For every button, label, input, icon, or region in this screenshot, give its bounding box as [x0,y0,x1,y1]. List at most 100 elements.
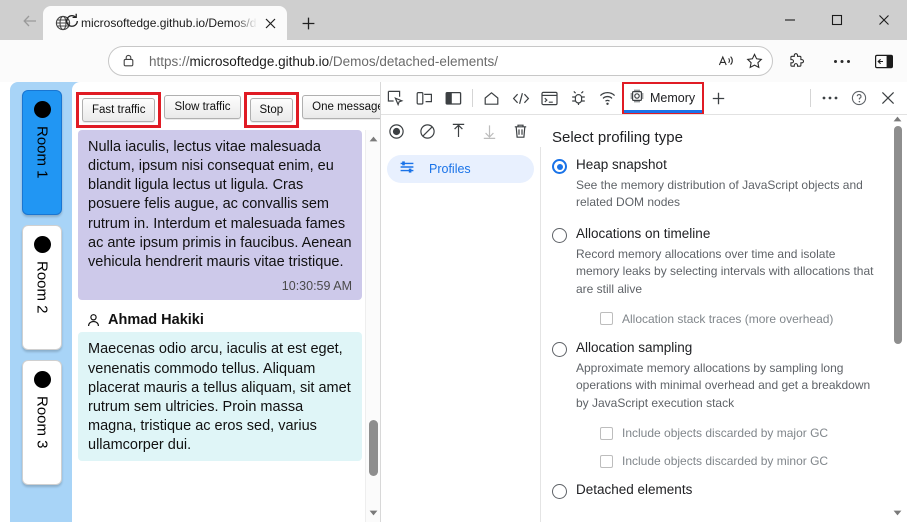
one-message-wrap: One message [299,92,380,128]
stop-highlight: Stop [243,92,300,128]
save-profile-icon[interactable] [474,116,505,146]
sidebar-item-profiles[interactable]: Profiles [387,155,534,183]
scroll-up-arrow-icon[interactable] [366,132,380,146]
radio-allocation-sampling[interactable] [552,341,567,357]
radio-detached-elements[interactable] [552,484,567,500]
memory-toolbar [381,115,541,147]
radio-heap-snapshot[interactable] [552,159,567,174]
address-bar[interactable]: https://microsoftedge.github.io/Demos/de… [108,46,773,76]
checkbox-allocation-stack-traces[interactable] [600,312,613,326]
option-description: Approximate memory allocations by sampli… [576,360,871,410]
checkbox-minor-gc[interactable] [600,454,613,468]
room-tab-label: Room 1 [33,126,51,179]
room-status-dot-icon [33,371,51,388]
message-text: Nulla iaculis, lectus vitae malesuada di… [88,139,352,270]
reload-icon[interactable] [58,7,86,35]
memory-tab-highlight: Memory [622,82,705,114]
welcome-home-icon[interactable] [477,84,506,112]
option-allocations-timeline[interactable]: Allocations on timeline [552,226,881,243]
toolbar-divider [472,89,473,107]
room-tab-3[interactable]: Room 3 [22,360,62,485]
read-aloud-icon[interactable] [712,47,740,75]
stop-button[interactable]: Stop [249,98,294,122]
sidebar-panel-icon[interactable] [870,47,898,75]
chat-scrollbar-thumb[interactable] [369,420,378,476]
sources-debugger-icon[interactable] [564,84,593,112]
clear-icon[interactable] [412,116,443,146]
fast-traffic-highlight: Fast traffic [76,92,162,128]
memory-sidebar: Profiles [381,147,541,522]
puzzle-piece-icon[interactable] [782,47,810,75]
room-tab-2[interactable]: Room 2 [22,225,62,350]
devtools-scrollbar-thumb[interactable] [894,126,902,344]
room-tab-1[interactable]: Room 1 [22,90,62,215]
checkbox-row-major-gc[interactable]: Include objects discarded by major GC [600,426,881,440]
scroll-down-arrow-icon[interactable] [890,506,905,520]
console-icon[interactable] [535,84,564,112]
slow-traffic-button[interactable]: Slow traffic [164,95,241,119]
option-detached-elements[interactable]: Detached elements [552,482,881,500]
inspect-element-icon[interactable] [381,84,410,112]
maximize-button[interactable] [813,0,860,40]
radio-allocations-timeline[interactable] [552,227,567,243]
sidebar-item-label: Profiles [429,162,471,176]
title-bar: microsoftedge.github.io/Demos/d [0,0,907,40]
room-tab-label: Room 3 [33,396,51,449]
new-tab-button[interactable] [293,10,323,36]
tab-title: microsoftedge.github.io/Demos/d [81,16,257,30]
option-label: Allocations on timeline [576,225,711,241]
ellipsis-icon[interactable] [815,84,844,112]
load-profile-icon[interactable] [443,116,474,146]
network-icon[interactable] [593,84,622,112]
devtools-panel: Memory Profiles Select profiling type He… [380,82,907,522]
toolbar-divider [810,89,811,107]
scroll-up-arrow-icon[interactable] [890,112,905,126]
option-heap-snapshot[interactable]: Heap snapshot [552,157,881,174]
checkbox-label: Include objects discarded by minor GC [622,454,829,469]
devtools-scrollbar[interactable] [890,116,905,520]
fast-traffic-button[interactable]: Fast traffic [82,98,156,122]
message-author-name: Ahmad Hakiki [108,312,204,329]
close-window-button[interactable] [860,0,907,40]
message-author: Ahmad Hakiki [86,312,362,328]
delete-profile-icon[interactable] [505,116,536,146]
help-circle-icon[interactable] [844,84,873,112]
room-status-dot-icon [33,236,51,253]
option-description: Record memory allocations over time and … [576,246,874,296]
back-arrow-icon[interactable] [16,7,44,35]
close-devtools-icon[interactable] [873,84,902,112]
star-icon[interactable] [740,47,768,75]
memory-tab-label[interactable]: Memory [650,91,695,105]
record-icon[interactable] [381,116,412,146]
dock-panel-icon[interactable] [439,84,468,112]
chat-scrollbar[interactable] [365,130,380,522]
message-timestamp: 10:30:59 AM [281,278,352,293]
web-page-viewport: Room 1 Room 2 Room 3 Fast traffic Slow t… [0,82,380,522]
detached-elements-demo: Room 1 Room 2 Room 3 Fast traffic Slow t… [10,82,380,522]
lock-icon [121,53,137,69]
slow-traffic-wrap: Slow traffic [161,92,243,128]
device-toolbar-icon[interactable] [410,84,439,112]
one-message-button[interactable]: One message [302,95,380,119]
room-status-dot-icon [33,101,51,118]
option-label: Detached elements [576,482,693,498]
close-icon[interactable] [259,12,281,34]
devtools-right-actions [806,84,907,112]
browser-window: microsoftedge.github.io/Demos/d https://… [0,0,907,522]
window-controls [766,0,907,40]
address-bar-actions [712,47,768,75]
add-tab-icon[interactable] [704,84,733,112]
memory-chip-icon [629,88,645,109]
message-list: Ahmad Hakiki Nulla iaculis, lectus vitae… [72,130,380,522]
devtools-tab-bar: Memory [381,82,907,115]
ellipsis-icon[interactable] [828,47,856,75]
checkbox-row-minor-gc[interactable]: Include objects discarded by minor GC [600,454,881,468]
option-allocation-sampling[interactable]: Allocation sampling [552,340,881,357]
minimize-button[interactable] [766,0,813,40]
scroll-down-arrow-icon[interactable] [366,506,380,520]
checkbox-row-allocation-stack-traces[interactable]: Allocation stack traces (more overhead) [600,312,881,326]
message-bubble: Maecenas odio arcu, iaculis at est eget,… [78,332,362,462]
checkbox-major-gc[interactable] [600,426,613,440]
filter-sliders-icon [399,159,415,180]
elements-code-icon[interactable] [506,84,535,112]
